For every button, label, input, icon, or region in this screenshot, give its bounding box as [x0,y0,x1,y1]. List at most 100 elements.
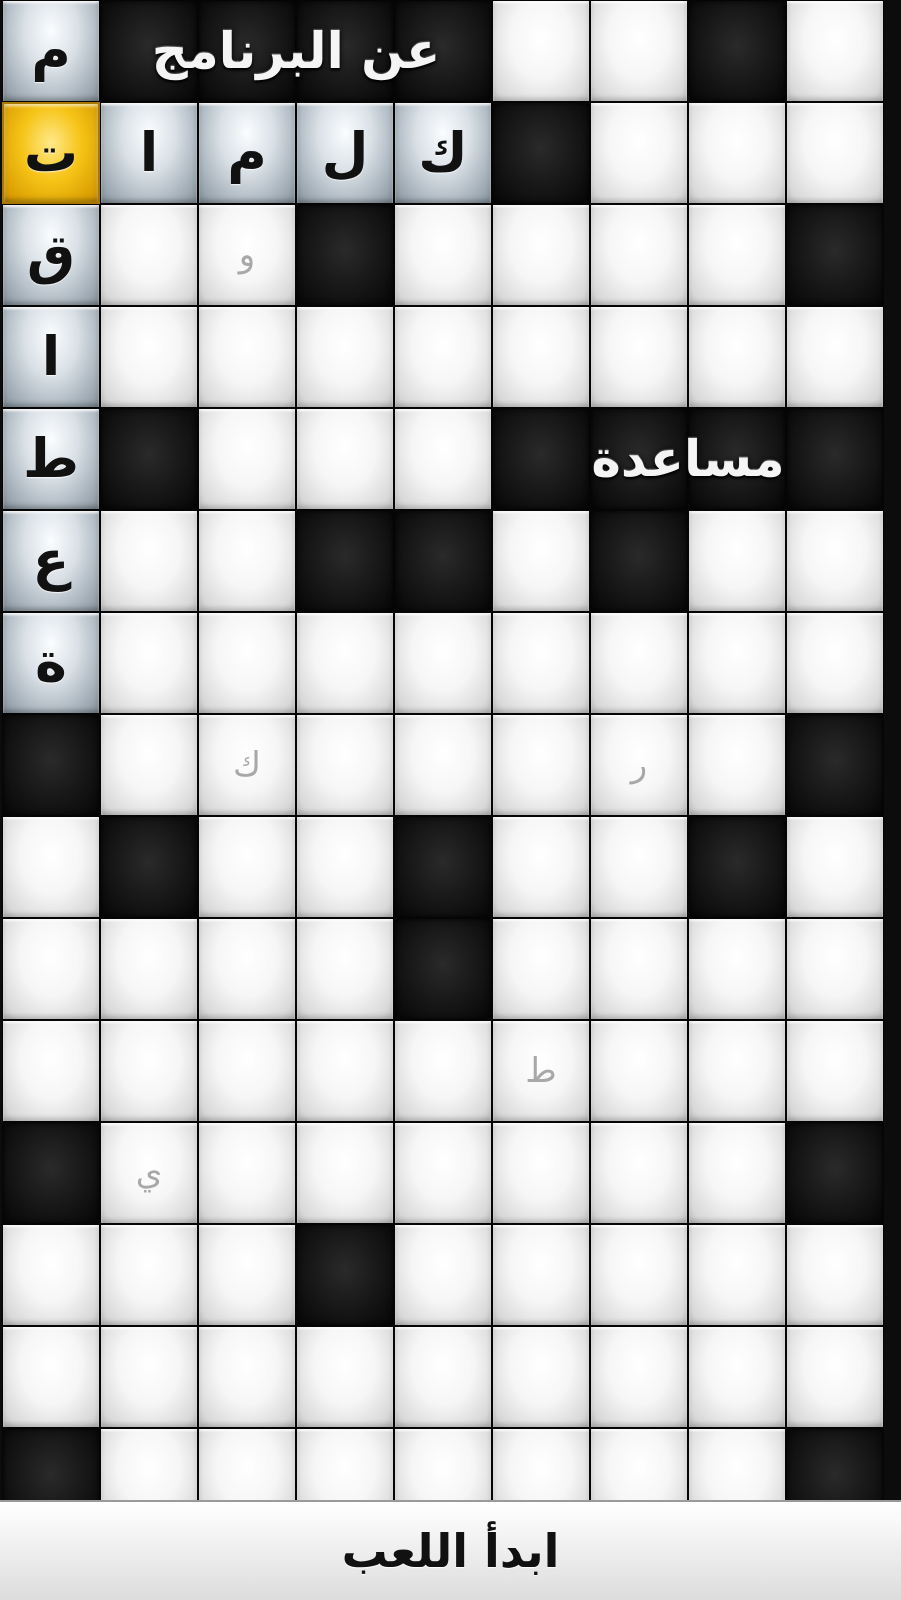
grid-cell[interactable] [100,510,198,612]
grid-cell[interactable] [296,714,394,816]
grid-cell[interactable] [688,1020,786,1122]
grid-cell[interactable] [492,1122,590,1224]
help-button[interactable]: مساعدة [492,408,884,510]
grid-cell[interactable] [590,306,688,408]
grid-cell[interactable] [492,918,590,1020]
grid-cell[interactable] [2,1326,100,1428]
grid-cell[interactable] [688,714,786,816]
grid-cell[interactable] [296,1428,394,1500]
grid-cell[interactable] [492,816,590,918]
grid-cell[interactable] [590,612,688,714]
grid-cell[interactable] [590,816,688,918]
grid-cell[interactable] [492,1326,590,1428]
grid-cell[interactable] [198,1428,296,1500]
grid-cell[interactable] [100,204,198,306]
grid-cell[interactable] [296,1122,394,1224]
grid-cell[interactable]: ي [100,1122,198,1224]
grid-cell[interactable] [198,510,296,612]
grid-cell[interactable] [590,1020,688,1122]
grid-cell[interactable] [394,714,492,816]
grid-cell[interactable] [296,612,394,714]
grid-cell[interactable] [492,0,590,102]
grid-cell[interactable] [394,306,492,408]
grid-cell[interactable] [492,714,590,816]
grid-cell[interactable] [590,1326,688,1428]
grid-cell[interactable] [296,918,394,1020]
grid-cell[interactable] [296,1326,394,1428]
grid-cell[interactable] [688,612,786,714]
grid-cell[interactable] [786,306,884,408]
grid-cell[interactable] [2,1224,100,1326]
grid-cell[interactable] [100,1326,198,1428]
grid-cell[interactable] [100,1020,198,1122]
grid-cell[interactable] [198,918,296,1020]
grid-cell[interactable]: ر [590,714,688,816]
grid-cell[interactable] [492,1428,590,1500]
grid-cell[interactable] [394,1020,492,1122]
grid-cell[interactable] [590,1224,688,1326]
grid-cell[interactable]: ك [198,714,296,816]
grid-cell[interactable] [198,1122,296,1224]
grid-cell[interactable] [590,1428,688,1500]
grid-cell[interactable] [786,510,884,612]
grid-cell[interactable] [786,0,884,102]
grid-cell[interactable] [394,204,492,306]
grid-cell[interactable] [2,1020,100,1122]
grid-cell[interactable] [688,102,786,204]
grid-cell[interactable] [296,1020,394,1122]
start-game-button[interactable]: ابدأ اللعب [0,1500,901,1600]
grid-cell[interactable] [2,918,100,1020]
grid-cell[interactable] [688,1326,786,1428]
grid-cell[interactable] [688,1428,786,1500]
grid-cell[interactable] [394,1326,492,1428]
grid-cell[interactable] [100,714,198,816]
grid-cell[interactable] [590,1122,688,1224]
grid-cell[interactable] [198,816,296,918]
grid-cell[interactable] [688,1224,786,1326]
grid-cell[interactable] [786,1020,884,1122]
grid-cell[interactable] [688,306,786,408]
grid-cell[interactable] [590,0,688,102]
grid-cell[interactable] [492,204,590,306]
grid-cell[interactable] [688,510,786,612]
grid-cell[interactable] [394,408,492,510]
grid-cell[interactable] [198,306,296,408]
grid-cell[interactable] [688,1122,786,1224]
grid-cell[interactable] [492,612,590,714]
grid-cell[interactable] [394,1122,492,1224]
grid-cell[interactable] [198,1020,296,1122]
grid-cell[interactable] [296,408,394,510]
grid-cell[interactable] [590,918,688,1020]
grid-cell[interactable] [786,918,884,1020]
grid-cell[interactable] [198,1224,296,1326]
grid-cell[interactable] [100,306,198,408]
about-app-button[interactable]: عن البرنامج [100,0,492,102]
grid-cell[interactable] [786,102,884,204]
grid-cell[interactable] [394,1428,492,1500]
grid-cell[interactable] [688,204,786,306]
grid-cell[interactable] [786,816,884,918]
grid-cell[interactable] [492,1224,590,1326]
grid-cell[interactable] [492,306,590,408]
grid-cell[interactable] [2,816,100,918]
grid-cell[interactable] [394,612,492,714]
grid-cell[interactable]: و [198,204,296,306]
grid-cell[interactable] [492,510,590,612]
grid-cell[interactable] [100,918,198,1020]
grid-cell[interactable] [590,204,688,306]
grid-cell[interactable] [100,1428,198,1500]
grid-cell[interactable]: ط [492,1020,590,1122]
grid-cell[interactable] [590,102,688,204]
grid-cell[interactable] [100,612,198,714]
grid-cell[interactable] [688,918,786,1020]
grid-cell[interactable] [394,1224,492,1326]
grid-cell[interactable] [198,612,296,714]
grid-cell[interactable] [198,408,296,510]
grid-cell[interactable] [198,1326,296,1428]
grid-cell[interactable] [786,1326,884,1428]
grid-cell[interactable] [786,1224,884,1326]
grid-cell[interactable] [100,1224,198,1326]
grid-cell[interactable] [296,306,394,408]
grid-cell[interactable] [786,612,884,714]
grid-cell[interactable] [296,816,394,918]
